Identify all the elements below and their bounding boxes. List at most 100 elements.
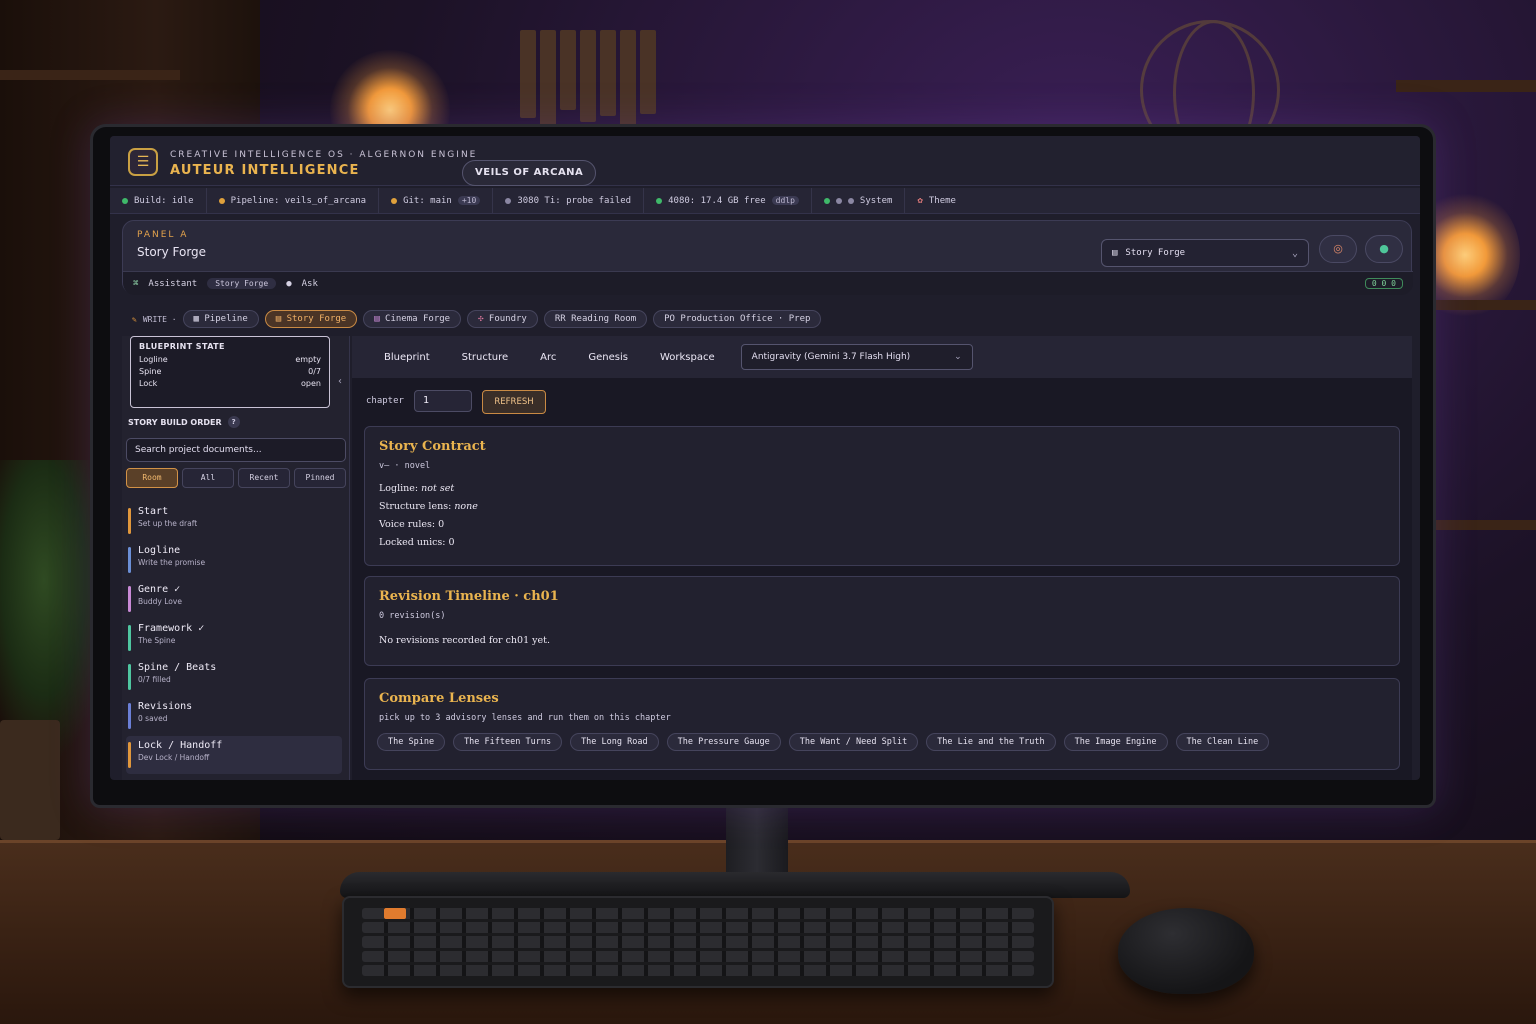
- panel-room-select[interactable]: ▤ Story Forge ⌄: [1101, 239, 1309, 267]
- lens-chip[interactable]: The Image Engine: [1063, 733, 1168, 751]
- status-dot-icon: [218, 197, 225, 204]
- forge-content: chapter 1 REFRESH Story Contract v— · no…: [352, 378, 1412, 780]
- filter-all[interactable]: All: [182, 468, 234, 488]
- card-title: Story Contract: [379, 439, 486, 454]
- assistant-icon: ⌘: [133, 278, 139, 289]
- compare-lenses-card: Compare Lenses pick up to 3 advisory len…: [364, 678, 1400, 770]
- tab-foundry[interactable]: ✣ Foundry: [467, 310, 538, 328]
- step-genre[interactable]: Genre ✓ Buddy Love: [126, 580, 342, 618]
- status-bar: Build: idle Pipeline: veils_of_arcana Gi…: [110, 188, 1420, 214]
- mouse[interactable]: [1118, 908, 1254, 994]
- lens-chip[interactable]: The Clean Line: [1175, 733, 1270, 751]
- tab-blueprint[interactable]: Blueprint: [368, 352, 446, 363]
- step-logline[interactable]: Logline Write the promise: [126, 541, 342, 579]
- tab-arc[interactable]: Arc: [524, 352, 572, 363]
- card-subtitle: 0 revision(s): [379, 611, 446, 621]
- tab-pipeline[interactable]: ▦ Pipeline: [182, 310, 259, 328]
- keyboard[interactable]: [342, 896, 1054, 988]
- status-dot-icon: [656, 197, 663, 204]
- panel-label: PANEL A: [137, 230, 189, 240]
- chevron-down-icon: ⌄: [1291, 247, 1298, 259]
- tab-story-forge[interactable]: ▤ Story Forge: [264, 310, 358, 328]
- plant-pot: [0, 720, 60, 840]
- card-subtitle: v— · novel: [379, 461, 431, 471]
- system-status[interactable]: System: [812, 188, 906, 213]
- lens-chip[interactable]: The Spine: [377, 733, 446, 751]
- filter-room[interactable]: Room: [126, 468, 178, 488]
- main-tabs: Blueprint Structure Arc Genesis Workspac…: [352, 336, 1412, 378]
- card-subtitle: pick up to 3 advisory lenses and run the…: [379, 713, 671, 723]
- room-tabs: ✎ WRITE · ▦ Pipeline ▤ Story Forge ▤ Cin…: [122, 304, 1412, 334]
- panel-header: PANEL A Story Forge ▤ Story Forge ⌄ ◎ ● …: [122, 220, 1413, 295]
- filter-recent[interactable]: Recent: [238, 468, 290, 488]
- model-select[interactable]: Antigravity (Gemini 3.7 Flash High) ⌄: [740, 344, 973, 370]
- shelf-right-3: [1436, 520, 1536, 530]
- shelf: [0, 70, 180, 80]
- build-steps: Start Set up the draft Logline Write the…: [126, 502, 342, 775]
- bookshelf: [520, 30, 656, 128]
- app-title: AUTEUR INTELLIGENCE: [170, 163, 360, 178]
- lens-list: The Spine The Fifteen Turns The Long Roa…: [377, 733, 1270, 751]
- chapter-input[interactable]: 1: [414, 390, 472, 412]
- theme-toggle[interactable]: ✿ Theme: [905, 188, 968, 213]
- lens-chip[interactable]: The Lie and the Truth: [926, 733, 1056, 751]
- lens-chip[interactable]: The Long Road: [570, 733, 659, 751]
- step-lock-handoff[interactable]: Lock / Handoff Dev Lock / Handoff: [126, 736, 342, 774]
- assistant-badge[interactable]: 0 0 0: [1364, 278, 1403, 289]
- git-status[interactable]: Git: main +10: [379, 188, 494, 213]
- assistant-label: Assistant: [148, 278, 198, 289]
- top-bar: ☰ CREATIVE INTELLIGENCE OS · ALGERNON EN…: [110, 136, 1420, 186]
- pen-icon: ✎: [132, 314, 137, 324]
- tab-structure[interactable]: Structure: [446, 352, 525, 363]
- palette-icon: ✿: [917, 195, 923, 206]
- gpu-3080-status[interactable]: 3080 Ti: probe failed: [493, 188, 645, 213]
- pipeline-status[interactable]: Pipeline: veils_of_arcana: [207, 188, 380, 213]
- sidebar: BLUEPRINT STATE Logline empty Spine 0/7 Lo…: [122, 336, 350, 780]
- blueprint-row: Logline empty: [139, 355, 321, 364]
- locked-unics-line: Locked unics: 0: [379, 537, 455, 548]
- assistant-room-chip[interactable]: Story Forge: [207, 278, 277, 289]
- step-revisions[interactable]: Revisions 0 saved: [126, 697, 342, 735]
- lens-chip[interactable]: The Fifteen Turns: [453, 733, 563, 751]
- gpu-4080-status[interactable]: 4080: 17.4 GB free ddlp: [644, 188, 812, 213]
- escape-key[interactable]: [384, 908, 406, 919]
- main-area: Blueprint Structure Arc Genesis Workspac…: [352, 336, 1412, 780]
- chevron-down-icon: ⌄: [954, 352, 962, 362]
- monitor-base: [340, 872, 1130, 898]
- filter-tabs: Room All Recent Pinned: [126, 468, 346, 488]
- refresh-button[interactable]: REFRESH: [482, 390, 546, 414]
- write-label: ✎ WRITE ·: [132, 314, 177, 324]
- card-title: Compare Lenses: [379, 691, 499, 706]
- git-badge: +10: [457, 196, 481, 205]
- status-button[interactable]: ●: [1365, 235, 1403, 263]
- project-selector[interactable]: VEILS OF ARCANA: [462, 160, 597, 186]
- monitor-stand: [726, 800, 788, 878]
- tab-reading-room[interactable]: RR Reading Room: [543, 310, 648, 328]
- shelf-right: [1396, 80, 1536, 92]
- filter-pinned[interactable]: Pinned: [294, 468, 346, 488]
- panel-title: Story Forge: [137, 245, 207, 259]
- chapter-label: chapter: [366, 396, 404, 406]
- tab-workspace[interactable]: Workspace: [644, 352, 731, 363]
- tab-genesis[interactable]: Genesis: [572, 352, 644, 363]
- step-framework[interactable]: Framework ✓ The Spine: [126, 619, 342, 657]
- step-start[interactable]: Start Set up the draft: [126, 502, 342, 540]
- search-input[interactable]: Search project documents...: [126, 438, 346, 462]
- step-spine-beats[interactable]: Spine / Beats 0/7 filled: [126, 658, 342, 696]
- card-title: Revision Timeline · ch01: [379, 589, 559, 604]
- ask-button[interactable]: Ask: [302, 279, 318, 289]
- chevron-left-icon[interactable]: ‹: [338, 376, 342, 387]
- tab-cinema-forge[interactable]: ▤ Cinema Forge: [363, 310, 462, 328]
- lens-chip[interactable]: The Want / Need Split: [788, 733, 919, 751]
- status-dot-icon: [823, 197, 830, 204]
- status-dot-icon: [847, 197, 854, 204]
- gpu-badge: ddlp: [771, 196, 799, 205]
- lens-chip[interactable]: The Pressure Gauge: [666, 733, 781, 751]
- app-subtitle: CREATIVE INTELLIGENCE OS · ALGERNON ENGI…: [170, 150, 478, 160]
- blueprint-row: Lock open: [139, 379, 321, 388]
- build-status[interactable]: Build: idle: [110, 188, 207, 213]
- shelf-right-2: [1436, 300, 1536, 310]
- tab-production-office[interactable]: PO Production Office · Prep: [653, 310, 822, 328]
- palette-button[interactable]: ◎: [1319, 235, 1357, 263]
- help-icon[interactable]: ?: [227, 416, 240, 428]
